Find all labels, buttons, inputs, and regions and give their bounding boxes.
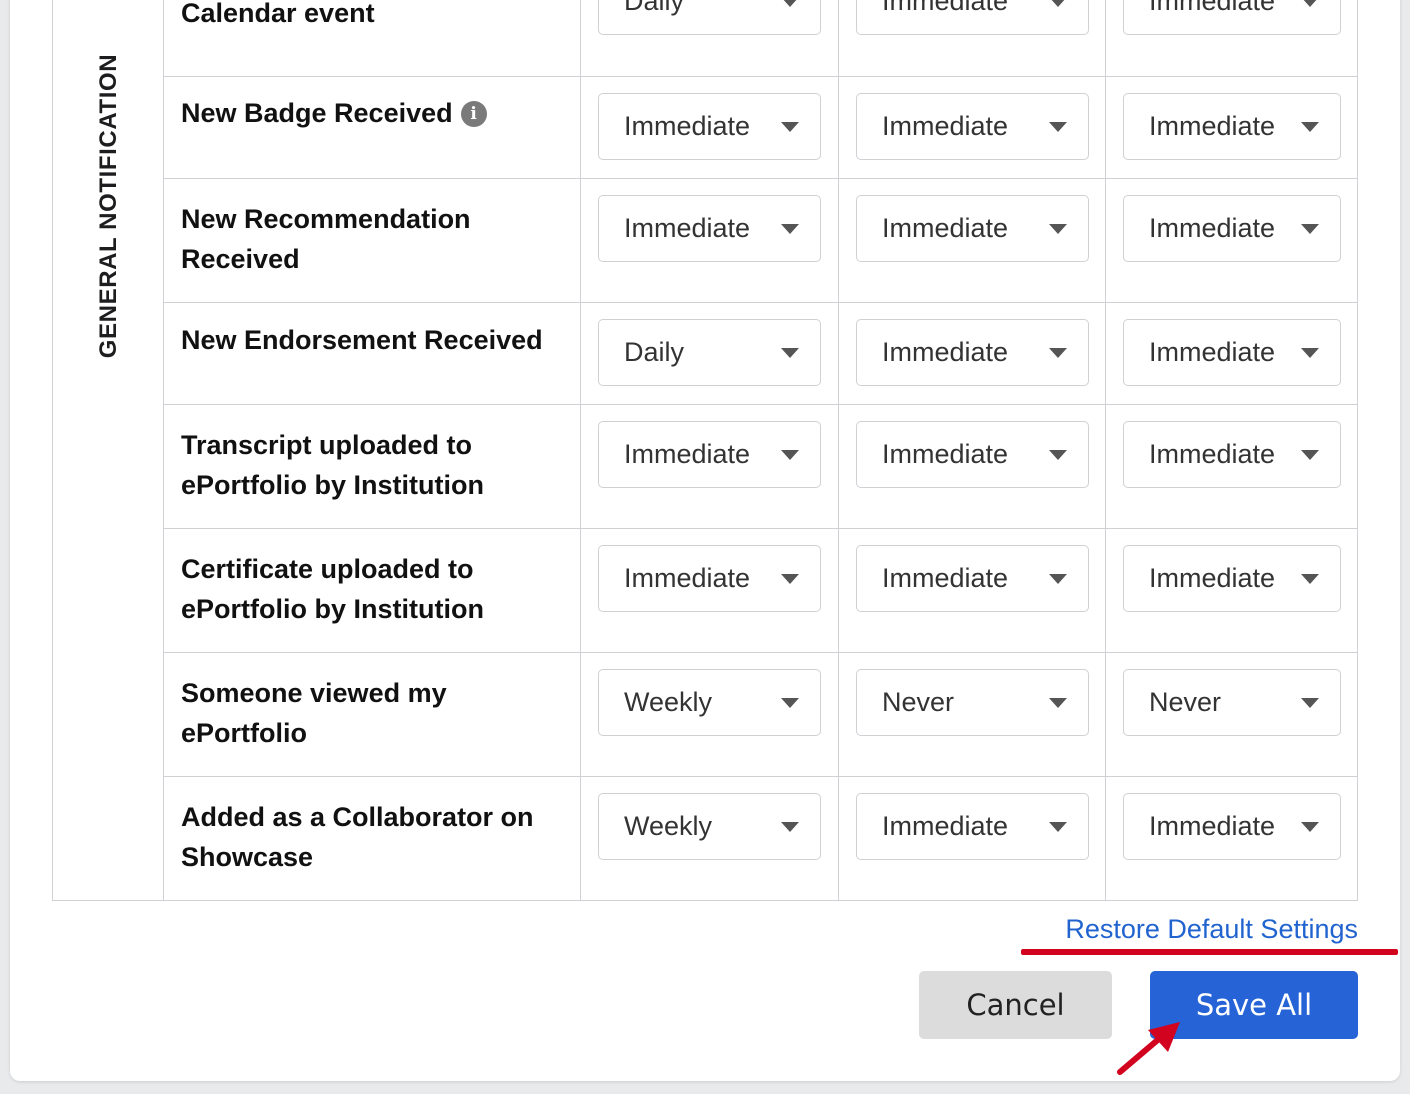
select-value: Immediate (624, 439, 751, 469)
frequency-select[interactable]: Immediate (1123, 195, 1341, 262)
notification-name: Calendar event (181, 0, 375, 28)
frequency-select[interactable]: Immediate (598, 195, 821, 262)
frequency-select[interactable]: Immediate (1123, 545, 1341, 612)
frequency-select[interactable]: Daily (598, 0, 821, 35)
frequency-select[interactable]: Immediate (856, 0, 1089, 35)
frequency-select[interactable]: Daily (598, 319, 821, 386)
table-row: New Badge Received i Immediate Immediate … (163, 76, 1358, 179)
frequency-select[interactable]: Immediate (856, 421, 1089, 488)
select-value: Immediate (1149, 439, 1276, 469)
table-row: Certificate uploaded to ePortfolio by In… (163, 528, 1358, 653)
frequency-select[interactable]: Immediate (856, 793, 1089, 860)
annotation-underline (1021, 949, 1398, 955)
table-row: New Endorsement Received Daily Immediate… (163, 302, 1358, 405)
frequency-select[interactable]: Immediate (598, 93, 821, 160)
select-value: Immediate (624, 563, 751, 593)
chevron-down-icon (1301, 224, 1319, 234)
select-value: Weekly (624, 811, 713, 841)
frequency-select[interactable]: Immediate (1123, 421, 1341, 488)
chevron-down-icon (1049, 822, 1067, 832)
frequency-select[interactable]: Immediate (598, 421, 821, 488)
select-value: Immediate (882, 111, 1009, 141)
chevron-down-icon (781, 0, 799, 7)
select-value: Immediate (1149, 563, 1276, 593)
select-value: Immediate (1149, 213, 1276, 243)
chevron-down-icon (781, 574, 799, 584)
notification-name: Certificate uploaded to ePortfolio by In… (181, 554, 484, 624)
select-value: Immediate (882, 811, 1009, 841)
frequency-select[interactable]: Immediate (1123, 0, 1341, 35)
chevron-down-icon (781, 122, 799, 132)
notification-name: Someone viewed my ePortfolio (181, 678, 447, 748)
notification-name: Added as a Collaborator on Showcase (181, 802, 534, 872)
frequency-select[interactable]: Immediate (856, 195, 1089, 262)
frequency-select[interactable]: Weekly (598, 669, 821, 736)
select-value: Immediate (624, 213, 751, 243)
chevron-down-icon (781, 698, 799, 708)
frequency-select[interactable]: Immediate (856, 545, 1089, 612)
cancel-button[interactable]: Cancel (919, 971, 1112, 1039)
frequency-select[interactable]: Immediate (856, 93, 1089, 160)
chevron-down-icon (1301, 450, 1319, 460)
chevron-down-icon (1301, 574, 1319, 584)
chevron-down-icon (781, 450, 799, 460)
select-value: Immediate (1149, 337, 1276, 367)
chevron-down-icon (781, 224, 799, 234)
select-value: Immediate (1149, 811, 1276, 841)
chevron-down-icon (1301, 348, 1319, 358)
chevron-down-icon (1301, 0, 1319, 7)
chevron-down-icon (1301, 122, 1319, 132)
chevron-down-icon (1049, 122, 1067, 132)
table-row: Someone viewed my ePortfolio Weekly Neve… (163, 652, 1358, 777)
section-title: GENERAL NOTIFICATION (95, 53, 122, 359)
select-value: Immediate (882, 0, 1009, 16)
select-value: Never (1149, 687, 1222, 717)
select-value: Immediate (882, 439, 1009, 469)
select-value: Immediate (624, 111, 751, 141)
frequency-select[interactable]: Immediate (598, 545, 821, 612)
chevron-down-icon (781, 822, 799, 832)
frequency-select[interactable]: Immediate (1123, 319, 1341, 386)
chevron-down-icon (1049, 698, 1067, 708)
select-value: Immediate (882, 563, 1009, 593)
frequency-select[interactable]: Immediate (1123, 793, 1341, 860)
notification-name: New Badge Received (181, 98, 453, 128)
table-row: Calendar event Daily Immediate Immediate (163, 0, 1358, 76)
notification-name: New Endorsement Received (181, 325, 543, 355)
chevron-down-icon (1049, 450, 1067, 460)
select-value: Daily (624, 0, 685, 16)
chevron-down-icon (781, 348, 799, 358)
select-value: Never (882, 687, 955, 717)
table-row: Added as a Collaborator on Showcase Week… (163, 776, 1358, 901)
select-value: Immediate (882, 213, 1009, 243)
notification-name: Transcript uploaded to ePortfolio by Ins… (181, 430, 484, 500)
select-value: Immediate (1149, 111, 1276, 141)
red-arrow-icon (1117, 1022, 1180, 1075)
chevron-down-icon (1049, 0, 1067, 7)
select-value: Immediate (882, 337, 1009, 367)
notification-name: New Recommendation Received (181, 204, 471, 274)
select-value: Weekly (624, 687, 713, 717)
frequency-select[interactable]: Weekly (598, 793, 821, 860)
frequency-select[interactable]: Immediate (856, 319, 1089, 386)
select-value: Daily (624, 337, 685, 367)
frequency-select[interactable]: Immediate (1123, 93, 1341, 160)
select-value: Immediate (1149, 0, 1276, 16)
chevron-down-icon (1049, 348, 1067, 358)
chevron-down-icon (1301, 822, 1319, 832)
frequency-select[interactable]: Never (856, 669, 1089, 736)
chevron-down-icon (1049, 574, 1067, 584)
chevron-down-icon (1049, 224, 1067, 234)
table-row: Transcript uploaded to ePortfolio by Ins… (163, 404, 1358, 529)
chevron-down-icon (1301, 698, 1319, 708)
table-row: New Recommendation Received Immediate Im… (163, 178, 1358, 303)
info-icon[interactable]: i (460, 101, 487, 127)
restore-default-settings-link[interactable]: Restore Default Settings (1065, 914, 1358, 945)
frequency-select[interactable]: Never (1123, 669, 1341, 736)
